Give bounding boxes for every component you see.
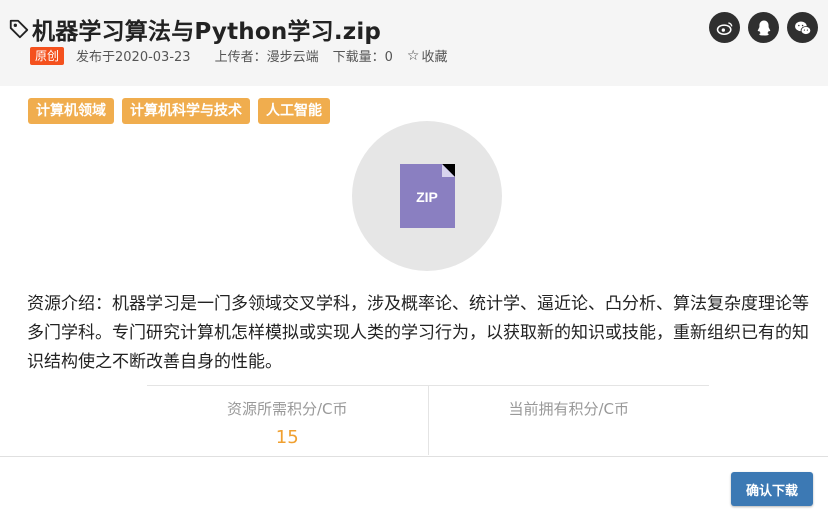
tag-icon xyxy=(8,18,30,40)
zip-file-icon: ZIP xyxy=(400,164,455,228)
qq-icon[interactable] xyxy=(748,12,779,43)
tag-computer-field[interactable]: 计算机领域 xyxy=(28,98,114,124)
resource-description: 资源介绍：机器学习是一门多领域交叉学科，涉及概率论、统计学、逼近论、凸分析、算法… xyxy=(27,294,809,372)
tag-computer-science[interactable]: 计算机科学与技术 xyxy=(122,98,250,124)
uploader[interactable]: 上传者：漫步云端 xyxy=(215,46,319,65)
points-panel: 资源所需积分/C币 15 当前拥有积分/C币 xyxy=(147,385,709,455)
wechat-icon[interactable] xyxy=(787,12,818,43)
favorite-button[interactable]: ☆ 收藏 xyxy=(406,46,448,66)
confirm-download-button[interactable]: 确认下载 xyxy=(731,472,813,506)
favorite-label: 收藏 xyxy=(421,50,448,65)
zip-label: ZIP xyxy=(416,189,438,205)
tag-ai[interactable]: 人工智能 xyxy=(258,98,330,124)
resource-header: 机器学习算法与Python学习.zip 原创 发布于2020-03-23 上传者… xyxy=(0,0,828,86)
required-points-value: 15 xyxy=(275,427,299,448)
original-badge: 原创 xyxy=(30,46,65,65)
required-points: 资源所需积分/C币 15 xyxy=(147,386,428,455)
title-row: 机器学习算法与Python学习.zip xyxy=(8,12,381,46)
share-buttons xyxy=(709,12,818,43)
weibo-icon[interactable] xyxy=(709,12,740,43)
publish-date: 发布于2020-03-23 xyxy=(76,50,191,65)
owned-points: 当前拥有积分/C币 xyxy=(427,386,710,455)
star-icon: ☆ xyxy=(406,47,420,64)
resource-title: 机器学习算法与Python学习.zip xyxy=(32,19,382,45)
download-count: 下载量：0 xyxy=(332,50,393,65)
tag-list: 计算机领域 计算机科学与技术 人工智能 xyxy=(28,98,330,124)
required-points-label: 资源所需积分/C币 xyxy=(226,400,348,418)
owned-points-label: 当前拥有积分/C币 xyxy=(508,400,630,418)
meta-row: 原创 发布于2020-03-23 上传者：漫步云端 下载量：0 ☆ 收藏 xyxy=(30,46,447,65)
dialog-footer: 确认下载 xyxy=(0,456,828,521)
